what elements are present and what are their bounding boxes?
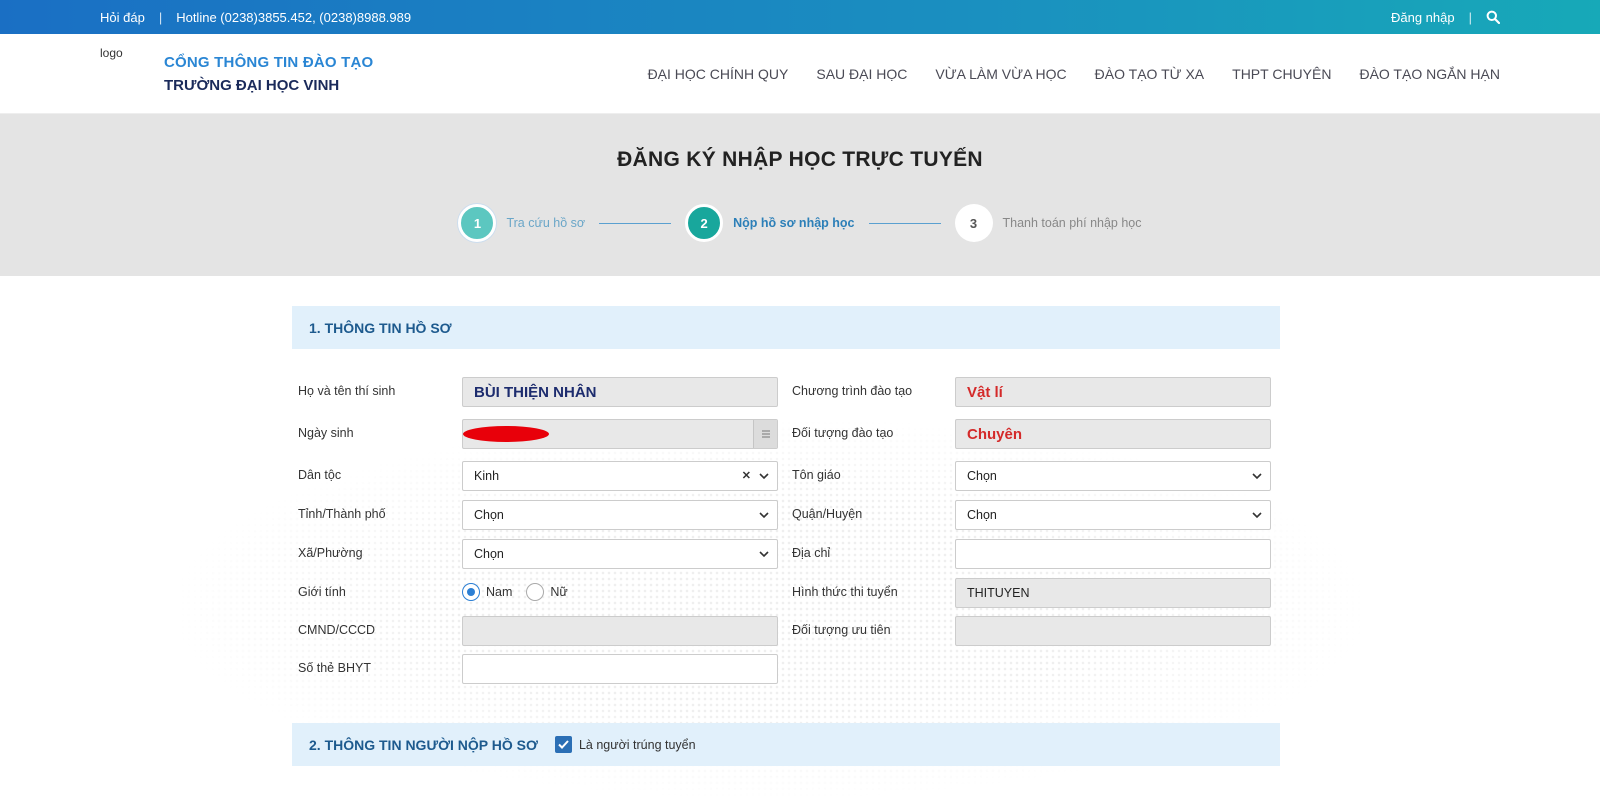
- form-row: Tỉnh/Thành phố Chọn Quận/Huyện Chọn: [292, 500, 1280, 530]
- separator: |: [1468, 9, 1472, 25]
- step-3-number: 3: [954, 204, 993, 242]
- nav-sau-dai-hoc[interactable]: SAU ĐẠI HỌC: [816, 66, 907, 82]
- step-3[interactable]: 3 Thanh toán phí nhập học: [954, 204, 1142, 242]
- ward-label: Xã/Phường: [298, 546, 363, 560]
- province-label: Tỉnh/Thành phố: [298, 507, 386, 521]
- page-banner: ĐĂNG KÝ NHẬP HỌC TRỰC TUYẾN 1 Tra cứu hồ…: [0, 114, 1600, 276]
- gender-radio-group: Nam Nữ: [462, 583, 582, 601]
- nav-thpt-chuyen[interactable]: THPT CHUYÊN: [1232, 66, 1331, 82]
- province-value: Chọn: [474, 508, 504, 522]
- form-row: Số thẻ BHYT: [292, 654, 1280, 684]
- hotline-text: Hotline (0238)3855.452, (0238)8988.989: [176, 9, 412, 25]
- district-select[interactable]: Chọn: [955, 500, 1271, 530]
- profile-form: Họ và tên thí sinh BÙI THIỆN NHÂN Chương…: [292, 349, 1280, 723]
- gender-male-label[interactable]: Nam: [486, 585, 512, 599]
- chevron-down-icon: [759, 473, 769, 480]
- brand-line1: CỔNG THÔNG TIN ĐÀO TẠO: [164, 53, 374, 71]
- section-2-title: 2. THÔNG TIN NGƯỜI NỘP HỒ SƠ: [309, 736, 538, 753]
- step-1-number: 1: [458, 204, 497, 242]
- step-connector: [868, 222, 941, 224]
- page-title: ĐĂNG KÝ NHẬP HỌC TRỰC TUYẾN: [617, 148, 983, 171]
- brand[interactable]: CỔNG THÔNG TIN ĐÀO TẠO TRƯỜNG ĐẠI HỌC VI…: [164, 54, 373, 94]
- gender-female-label[interactable]: Nữ: [550, 585, 567, 599]
- form-row: Ngày sinh Đối tượng đào tạo Chuyên: [292, 419, 1280, 449]
- brand-line2: TRƯỜNG ĐẠI HỌC VINH: [164, 76, 340, 94]
- nav-dao-tao-tu-xa[interactable]: ĐÀO TẠO TỪ XA: [1095, 66, 1204, 82]
- nav-dao-tao-ngan-han[interactable]: ĐÀO TẠO NGẮN HẠN: [1359, 66, 1500, 82]
- site-header: logo CỔNG THÔNG TIN ĐÀO TẠO TRƯỜNG ĐẠI H…: [0, 34, 1600, 114]
- search-icon[interactable]: [1486, 10, 1500, 24]
- exam-form-field[interactable]: THITUYEN: [955, 578, 1271, 608]
- district-value: Chọn: [967, 508, 997, 522]
- main-nav: ĐẠI HỌC CHÍNH QUY SAU ĐẠI HỌC VỪA LÀM VỪ…: [620, 34, 1500, 114]
- nav-vua-lam-vua-hoc[interactable]: VỪA LÀM VỪA HỌC: [935, 66, 1066, 82]
- priority-field[interactable]: [955, 616, 1271, 646]
- dob-field[interactable]: [462, 419, 778, 449]
- step-3-label: Thanh toán phí nhập học: [1002, 216, 1142, 230]
- check-icon: [558, 740, 569, 749]
- gender-male-radio[interactable]: [462, 583, 480, 601]
- login-link[interactable]: Đăng nhập: [1391, 10, 1455, 25]
- chevron-down-icon: [1252, 512, 1262, 519]
- step-1-label: Tra cứu hồ sơ: [506, 216, 586, 230]
- religion-label: Tôn giáo: [792, 468, 841, 482]
- ethnicity-value: Kinh: [474, 469, 500, 483]
- religion-select[interactable]: Chọn: [955, 461, 1271, 491]
- nav-dai-hoc-chinh-quy[interactable]: ĐẠI HỌC CHÍNH QUY: [648, 66, 789, 82]
- calendar-icon[interactable]: [753, 420, 777, 448]
- chevron-down-icon: [1252, 473, 1262, 480]
- step-2[interactable]: 2 Nộp hồ sơ nhập học: [685, 204, 855, 242]
- faq-link[interactable]: Hỏi đáp: [100, 10, 145, 25]
- insurance-label: Số thẻ BHYT: [298, 661, 371, 675]
- form-row: Giới tính Nam Nữ Hình thức thi tuyển THI…: [292, 578, 1280, 608]
- redaction-mark: [463, 426, 549, 442]
- religion-value: Chọn: [967, 469, 997, 483]
- step-1[interactable]: 1 Tra cứu hồ sơ: [458, 204, 585, 242]
- chevron-down-icon: [759, 551, 769, 558]
- chevron-down-icon: [759, 512, 769, 519]
- ward-select[interactable]: Chọn: [462, 539, 778, 569]
- address-input[interactable]: [955, 539, 1271, 569]
- section-2-header: 2. THÔNG TIN NGƯỜI NỘP HỒ SƠ Là người tr…: [292, 723, 1280, 766]
- winner-checkbox[interactable]: [554, 736, 572, 753]
- full-name-label: Họ và tên thí sinh: [298, 384, 396, 398]
- section-1-header: 1. THÔNG TIN HỒ SƠ: [292, 306, 1280, 349]
- step-connector: [599, 222, 672, 224]
- ward-value: Chọn: [474, 547, 504, 561]
- insurance-input[interactable]: [462, 654, 778, 684]
- target-label: Đối tượng đào tạo: [792, 426, 894, 440]
- top-bar: Hỏi đáp | Hotline (0238)3855.452, (0238)…: [0, 0, 1600, 34]
- id-card-field[interactable]: [462, 616, 778, 646]
- priority-label: Đối tượng ưu tiên: [792, 623, 891, 637]
- separator: |: [158, 9, 163, 25]
- dob-label: Ngày sinh: [298, 426, 354, 440]
- clear-icon[interactable]: ✕: [742, 469, 751, 482]
- exam-form-label: Hình thức thi tuyển: [792, 585, 898, 599]
- ethnicity-select[interactable]: Kinh ✕: [462, 461, 778, 491]
- id-card-label: CMND/CCCD: [298, 623, 376, 637]
- step-2-number: 2: [685, 204, 724, 242]
- full-name-field[interactable]: BÙI THIỆN NHÂN: [462, 377, 778, 407]
- gender-label: Giới tính: [298, 585, 346, 599]
- logo-alt-text: logo: [100, 46, 123, 60]
- stepper: 1 Tra cứu hồ sơ 2 Nộp hồ sơ nhập học 3 T…: [0, 204, 1600, 242]
- section-1-title: 1. THÔNG TIN HỒ SƠ: [309, 319, 452, 336]
- step-2-label: Nộp hồ sơ nhập học: [733, 216, 855, 230]
- form-content: 1. THÔNG TIN HỒ SƠ Họ và tên thí sinh BÙ…: [292, 306, 1280, 766]
- province-select[interactable]: Chọn: [462, 500, 778, 530]
- logo[interactable]: logo: [100, 34, 160, 94]
- form-row: Dân tộc Kinh ✕ Tôn giáo Chọn: [292, 461, 1280, 491]
- target-field[interactable]: Chuyên: [955, 419, 1271, 449]
- gender-female-radio[interactable]: [526, 583, 545, 601]
- form-row: Xã/Phường Chọn Địa chỉ: [292, 539, 1280, 569]
- form-row: Họ và tên thí sinh BÙI THIỆN NHÂN Chương…: [292, 377, 1280, 407]
- program-label: Chương trình đào tạo: [792, 384, 913, 398]
- address-label: Địa chỉ: [792, 546, 831, 560]
- program-field[interactable]: Vật lí: [955, 377, 1271, 407]
- winner-checkbox-label[interactable]: Là người trúng tuyển: [579, 738, 696, 752]
- form-row: CMND/CCCD Đối tượng ưu tiên: [292, 616, 1280, 646]
- district-label: Quận/Huyện: [792, 507, 863, 521]
- ethnicity-label: Dân tộc: [298, 468, 342, 482]
